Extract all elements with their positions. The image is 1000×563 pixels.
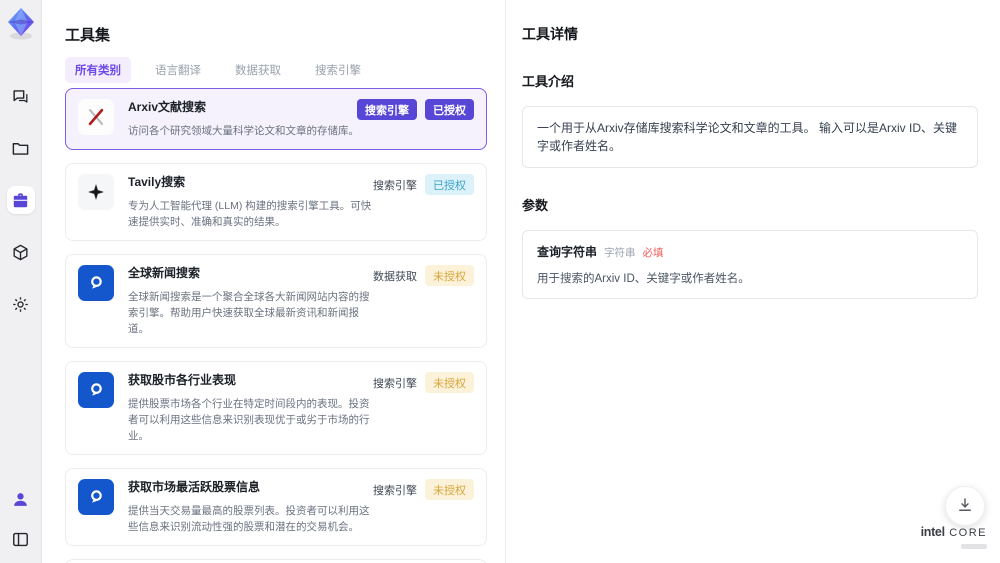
- cube-icon: [11, 243, 30, 262]
- intro-heading: 工具介绍: [522, 74, 575, 89]
- sidebar-item-files[interactable]: [7, 134, 35, 162]
- tool-list-panel: 工具集 所有类别 语言翻译 数据获取 搜索引擎 Arxiv文献搜索 搜索引擎 已…: [42, 0, 533, 563]
- category-label: 搜索引擎: [373, 484, 417, 497]
- category-badge: 搜索引擎: [357, 99, 417, 120]
- tool-name: Tavily搜索: [128, 175, 186, 189]
- news-search-icon: [78, 372, 114, 408]
- auth-badge: 未授权: [425, 265, 474, 286]
- param-box: 查询字符串 字符串 必填 用于搜索的Arxiv ID、关键字或作者姓名。: [522, 230, 978, 299]
- sidebar-bottom: [7, 485, 35, 553]
- tool-detail-panel: 工具详情 工具介绍 一个用于从Arxiv存储库搜索科学论文和文章的工具。 输入可…: [505, 0, 1000, 563]
- tool-card-most-active-stocks[interactable]: 获取市场最活跃股票信息 搜索引擎 未授权 提供当天交易量最高的股票列表。投资者可…: [65, 468, 487, 546]
- sidebar-item-collapse[interactable]: [7, 525, 35, 553]
- param-name: 查询字符串: [537, 245, 598, 259]
- category-label: 搜索引擎: [373, 377, 417, 390]
- chat-icon: [11, 87, 30, 106]
- category-label: 搜索引擎: [373, 179, 417, 192]
- tool-card-sector-performance[interactable]: 获取股市各行业表现 搜索引擎 未授权 提供股票市场各个行业在特定时间段内的表现。…: [65, 361, 487, 455]
- sidebar-item-packages[interactable]: [7, 238, 35, 266]
- tool-card-arxiv[interactable]: Arxiv文献搜索 搜索引擎 已授权 访问各个研究领域大量科学论文和文章的存储库…: [65, 88, 487, 150]
- auth-badge: 已授权: [425, 99, 474, 120]
- sidebar-nav: [6, 82, 35, 318]
- news-search-icon: [78, 265, 114, 301]
- tool-description: 访问各个研究领域大量科学论文和文章的存储库。: [128, 125, 359, 137]
- core-brand-text: CORE: [949, 527, 987, 539]
- tool-description: 提供当天交易量最高的股票列表。投资者可以利用这些信息来识别流动性强的股票和潜在的…: [128, 505, 370, 533]
- tool-card-regional-news[interactable]: 万维地区新闻查询 搜索引擎 未授权 查询具体行政区划内的新闻，快速了解各地新闻动: [65, 559, 487, 563]
- params-heading: 参数: [522, 198, 549, 213]
- tool-name: Arxiv文献搜索: [128, 100, 207, 114]
- auth-badge: 未授权: [425, 372, 474, 393]
- panel-icon: [11, 530, 30, 549]
- page-title: 工具集: [65, 27, 111, 44]
- category-label: 数据获取: [373, 270, 417, 283]
- intro-text: 一个用于从Arxiv存储库搜索科学论文和文章的工具。 输入可以是Arxiv ID…: [537, 121, 958, 153]
- auth-badge: 已授权: [425, 174, 474, 195]
- tool-description: 专为人工智能代理 (LLM) 构建的搜索引擎工具。可快速提供实时、准确和真实的结…: [128, 200, 372, 228]
- tab-search-engine[interactable]: 搜索引擎: [305, 57, 371, 83]
- category-tabs: 所有类别 语言翻译 数据获取 搜索引擎: [65, 57, 371, 83]
- intel-logo-subtext: [961, 544, 987, 549]
- param-type: 字符串: [604, 247, 636, 259]
- sidebar-item-chat[interactable]: [7, 82, 35, 110]
- sidebar-item-tools[interactable]: [6, 186, 35, 214]
- auth-badge: 未授权: [425, 479, 474, 500]
- tab-data-fetch[interactable]: 数据获取: [225, 57, 291, 83]
- tool-card-global-news[interactable]: 全球新闻搜索 数据获取 未授权 全球新闻搜索是一个聚合全球各大新闻网站内容的搜索…: [65, 254, 487, 348]
- briefcase-icon: [11, 191, 30, 210]
- folder-icon: [11, 139, 30, 158]
- user-icon: [11, 490, 30, 509]
- detail-title: 工具详情: [522, 26, 578, 42]
- news-search-icon: [78, 479, 114, 515]
- download-icon: [956, 496, 974, 517]
- tool-card-tavily[interactable]: Tavily搜索 搜索引擎 已授权 专为人工智能代理 (LLM) 构建的搜索引擎…: [65, 163, 487, 241]
- tool-description: 提供股票市场各个行业在特定时间段内的表现。投资者可以利用这些信息来识别表现优于或…: [128, 398, 370, 442]
- tool-card-list: Arxiv文献搜索 搜索引擎 已授权 访问各个研究领域大量科学论文和文章的存储库…: [65, 88, 487, 563]
- tool-name: 获取股市各行业表现: [128, 373, 237, 387]
- app-logo gem-logo: [4, 6, 38, 42]
- sidebar-item-profile[interactable]: [7, 485, 35, 513]
- tool-name: 获取市场最活跃股票信息: [128, 480, 261, 494]
- intel-core-logo: intel CORE: [921, 526, 987, 550]
- tavily-star-icon: [78, 174, 114, 210]
- arxiv-icon: [78, 99, 114, 135]
- tool-name: 全球新闻搜索: [128, 266, 201, 280]
- tab-language-translation[interactable]: 语言翻译: [145, 57, 211, 83]
- tab-all-categories[interactable]: 所有类别: [65, 57, 131, 83]
- tool-description: 全球新闻搜索是一个聚合全球各大新闻网站内容的搜索引擎。帮助用户快速获取全球最新资…: [128, 291, 370, 335]
- sidebar: [0, 0, 42, 563]
- param-required-badge: 必填: [642, 247, 664, 259]
- intro-box: 一个用于从Arxiv存储库搜索科学论文和文章的工具。 输入可以是Arxiv ID…: [522, 106, 978, 168]
- gear-icon: [11, 295, 30, 314]
- intel-brand-text: intel: [920, 525, 946, 539]
- download-button[interactable]: [945, 486, 985, 526]
- param-description: 用于搜索的Arxiv ID、关键字或作者姓名。: [537, 273, 750, 285]
- sidebar-item-settings[interactable]: [7, 290, 35, 318]
